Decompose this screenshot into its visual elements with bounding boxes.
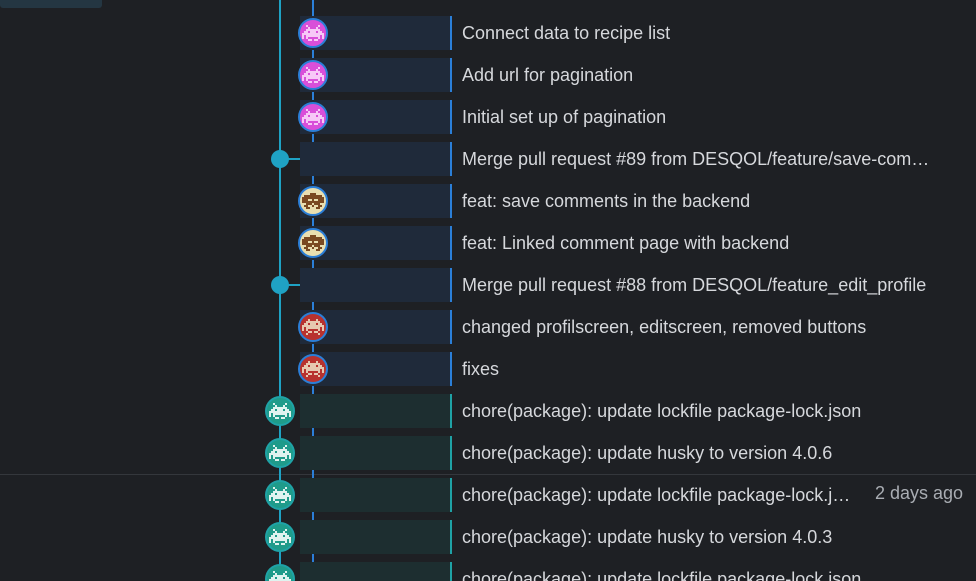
commit-row[interactable]: chore(package): update lockfile package-…	[0, 558, 976, 581]
commit-row[interactable]: changed profilscreen, editscreen, remove…	[0, 306, 976, 348]
commit-row[interactable]: feat: Linked comment page with backend	[0, 222, 976, 264]
commit-message: changed profilscreen, editscreen, remove…	[462, 317, 867, 337]
commit-message: Add url for pagination	[462, 65, 634, 85]
merge-node-dot[interactable]	[271, 276, 289, 294]
commit-message: chore(package): update husky to version …	[462, 527, 833, 547]
green-invader-avatar[interactable]	[265, 522, 295, 552]
brown-invader-avatar[interactable]	[298, 186, 328, 216]
brown-invader-avatar[interactable]	[298, 228, 328, 258]
commit-row-band	[300, 478, 452, 512]
commit-row[interactable]: Connect data to recipe list	[0, 12, 976, 54]
commit-message: Merge pull request #89 from DESQOL/featu…	[462, 149, 930, 169]
commit-row-band	[300, 394, 452, 428]
commit-row-band	[300, 436, 452, 470]
red-invader-avatar[interactable]	[298, 312, 328, 342]
commit-row[interactable]: Add url for pagination	[0, 54, 976, 96]
commit-graph-view: Connect data to recipe list Add url for p…	[0, 0, 976, 581]
merge-node-dot[interactable]	[271, 150, 289, 168]
commit-message: chore(package): update lockfile package-…	[462, 569, 862, 581]
pink-invader-avatar[interactable]	[298, 60, 328, 90]
green-invader-avatar[interactable]	[265, 438, 295, 468]
red-invader-avatar[interactable]	[298, 354, 328, 384]
commit-message: Connect data to recipe list	[462, 23, 671, 43]
commit-message: feat: save comments in the backend	[462, 191, 751, 211]
commit-message: chore(package): update husky to version …	[462, 443, 833, 463]
commit-row[interactable]: fixes	[0, 348, 976, 390]
commit-row-band	[300, 520, 452, 554]
commit-message: Merge pull request #88 from DESQOL/featu…	[462, 275, 927, 295]
commit-row[interactable]: chore(package): update lockfile package-…	[0, 474, 976, 516]
commit-row[interactable]: Initial set up of pagination	[0, 96, 976, 138]
green-invader-avatar[interactable]	[265, 396, 295, 426]
commit-row[interactable]: chore(package): update husky to version …	[0, 432, 976, 474]
commit-row[interactable]: chore(package): update husky to version …	[0, 516, 976, 558]
commit-row-band	[300, 268, 452, 302]
commit-message: fixes	[462, 359, 500, 379]
pink-invader-avatar[interactable]	[298, 102, 328, 132]
commit-row-band	[300, 142, 452, 176]
commit-message: chore(package): update lockfile package-…	[462, 485, 851, 505]
commit-row[interactable]: Merge pull request #89 from DESQOL/featu…	[0, 138, 976, 180]
pink-invader-avatar[interactable]	[298, 18, 328, 48]
commit-message: Initial set up of pagination	[462, 107, 667, 127]
commit-row[interactable]: Merge pull request #88 from DESQOL/featu…	[0, 264, 976, 306]
commit-message: feat: Linked comment page with backend	[462, 233, 790, 253]
commit-message: chore(package): update lockfile package-…	[462, 401, 862, 421]
commit-row-band	[300, 562, 452, 581]
commit-row[interactable]: chore(package): update lockfile package-…	[0, 390, 976, 432]
commit-row[interactable]: feat: save comments in the backend	[0, 180, 976, 222]
commit-date: 2 days ago	[875, 483, 964, 503]
green-invader-avatar[interactable]	[265, 480, 295, 510]
